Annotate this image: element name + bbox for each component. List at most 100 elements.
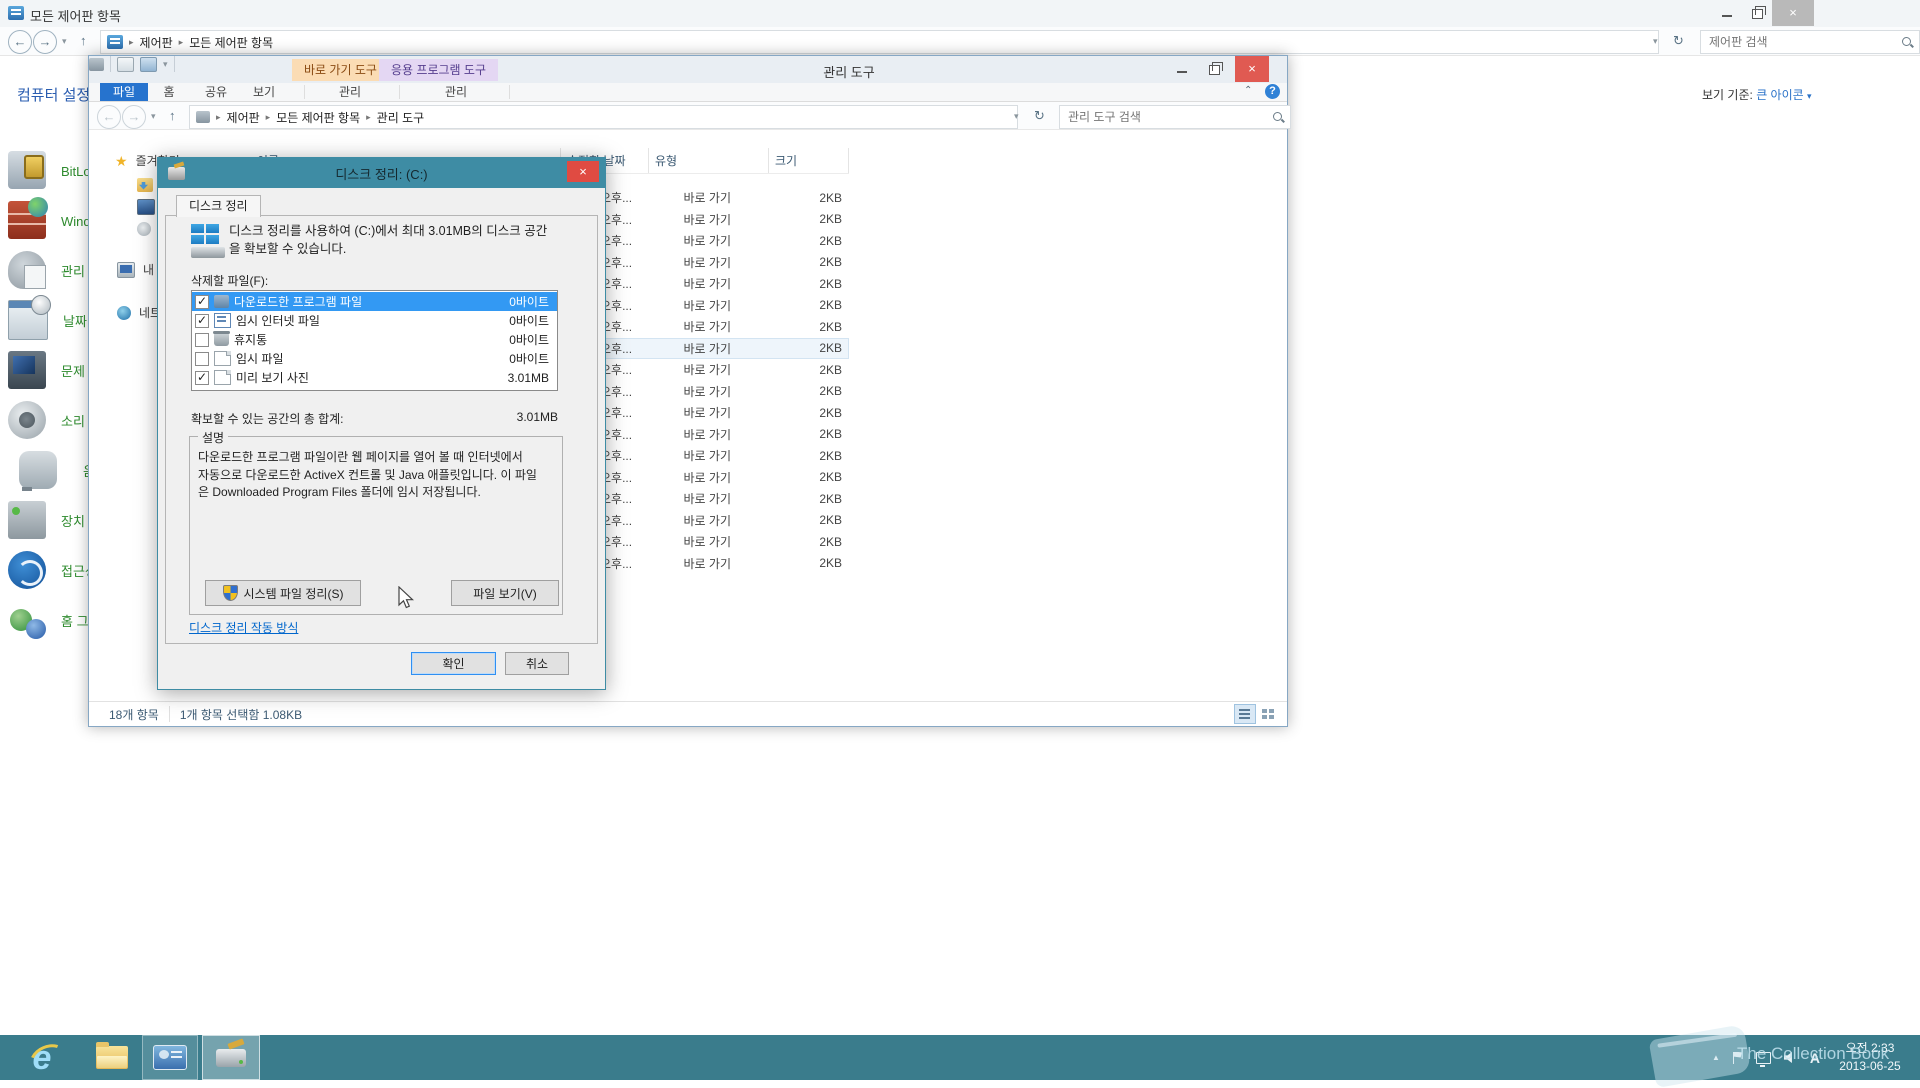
contextual-tab-shortcut-tools[interactable]: 바로 가기 도구	[292, 59, 389, 81]
help-icon[interactable]: ?	[1265, 84, 1280, 99]
file-size: 2KB	[784, 384, 848, 398]
breadcrumb[interactable]: ▸ 제어판 ▸ 모든 제어판 항목	[100, 30, 1659, 54]
checkbox[interactable]	[195, 333, 209, 347]
restore-button[interactable]	[1742, 0, 1772, 26]
cleanup-item-row[interactable]: 미리 보기 사진 3.01MB	[192, 368, 557, 387]
chevron-right-icon: ▸	[366, 112, 371, 123]
back-button[interactable]: ←	[97, 105, 121, 129]
chevron-right-icon: ▸	[129, 37, 134, 48]
address-dropdown-icon[interactable]: ▾	[1014, 111, 1019, 122]
refresh-icon[interactable]: ↻	[1034, 108, 1045, 124]
checkbox[interactable]	[195, 295, 209, 309]
tab-home[interactable]: 홈	[151, 83, 187, 101]
address-dropdown-icon[interactable]: ▾	[1653, 36, 1658, 47]
search-box[interactable]	[1059, 105, 1291, 129]
forward-button[interactable]: →	[33, 30, 57, 54]
up-button[interactable]: ↑	[80, 33, 87, 48]
history-dropdown-icon[interactable]: ▾	[151, 111, 156, 122]
ime-indicator[interactable]: A	[1810, 1050, 1820, 1066]
back-button[interactable]: ←	[8, 30, 32, 54]
column-header-type[interactable]: 유형	[649, 148, 769, 173]
file-type: 바로 가기	[678, 533, 784, 550]
files-listbox[interactable]: 다운로드한 프로그램 파일 0바이트 임시 인터넷 파일 0바이트 휴지통 0바…	[191, 290, 558, 391]
close-button[interactable]: ×	[1772, 0, 1814, 26]
tab-view[interactable]: 보기	[243, 83, 285, 101]
forward-button[interactable]: →	[122, 105, 146, 129]
qat-dropdown-icon[interactable]: ▾	[163, 59, 168, 70]
how-disk-cleanup-works-link[interactable]: 디스크 정리 작동 방식	[189, 619, 298, 636]
minimize-button[interactable]	[1712, 0, 1742, 26]
chevron-right-icon: ▸	[216, 112, 221, 123]
contextual-tab-application-tools[interactable]: 응용 프로그램 도구	[379, 59, 498, 81]
clean-system-files-button[interactable]: 시스템 파일 정리(S)	[205, 580, 361, 606]
view-by-value[interactable]: 큰 아이콘	[1756, 88, 1804, 102]
cleanup-item-icon	[214, 333, 229, 346]
checkbox[interactable]	[195, 352, 209, 366]
cleanup-item-name: 임시 인터넷 파일	[236, 312, 504, 329]
large-icons-view-button[interactable]	[1257, 704, 1279, 724]
search-box[interactable]	[1700, 30, 1920, 54]
close-button[interactable]: ×	[567, 161, 599, 182]
file-size: 2KB	[784, 513, 848, 527]
checkbox[interactable]	[195, 314, 209, 328]
show-hidden-icons-icon[interactable]: ▲	[1712, 1053, 1720, 1062]
cancel-button[interactable]: 취소	[505, 652, 569, 675]
breadcrumb[interactable]: ▸ 제어판 ▸ 모든 제어판 항목 ▸ 관리 도구	[189, 105, 1018, 129]
taskbar-ie-button[interactable]: e	[14, 1035, 70, 1080]
tab-share[interactable]: 공유	[195, 83, 237, 101]
star-icon: ★	[115, 154, 128, 168]
view-files-button[interactable]: 파일 보기(V)	[451, 580, 559, 606]
tab-manage-shortcut[interactable]: 관리	[321, 83, 379, 101]
file-type: 바로 가기	[678, 232, 784, 249]
close-button[interactable]: ×	[1235, 56, 1269, 82]
cleanup-item-row[interactable]: 임시 인터넷 파일 0바이트	[192, 311, 557, 330]
details-view-button[interactable]	[1234, 704, 1256, 724]
cleanup-item-row[interactable]: 휴지통 0바이트	[192, 330, 557, 349]
file-type: 바로 가기	[678, 490, 784, 507]
network-tray-icon[interactable]	[1756, 1052, 1771, 1064]
breadcrumb-current[interactable]: 모든 제어판 항목	[189, 34, 273, 51]
volume-icon[interactable]	[1784, 1052, 1797, 1064]
refresh-icon[interactable]: ↻	[1673, 33, 1684, 49]
control-panel-app-icon	[8, 6, 24, 20]
breadcrumb-root[interactable]: 제어판	[140, 34, 173, 51]
column-header-size[interactable]: 크기	[769, 148, 849, 173]
view-by-caret-icon[interactable]: ▾	[1807, 91, 1812, 101]
intro-text-line1: 디스크 정리를 사용하여 (C:)에서 최대 3.01MB의 디스크 공간	[229, 222, 574, 240]
taskbar-disk-cleanup-button[interactable]	[202, 1035, 260, 1080]
minimize-button[interactable]	[1167, 56, 1197, 82]
search-input[interactable]	[1707, 34, 1902, 50]
taskbar-control-panel-button[interactable]	[142, 1035, 198, 1080]
breadcrumb-current[interactable]: 관리 도구	[377, 109, 425, 126]
cleanup-item-icon	[214, 370, 231, 385]
checkbox[interactable]	[195, 371, 209, 385]
disk-cleanup-app-icon	[168, 167, 185, 180]
tab-file[interactable]: 파일	[100, 83, 148, 101]
history-dropdown-icon[interactable]: ▾	[62, 36, 67, 47]
file-type: 바로 가기	[678, 297, 784, 314]
restore-icon	[1752, 9, 1763, 19]
file-type: 바로 가기	[678, 275, 784, 292]
cleanup-item-size: 0바이트	[509, 293, 554, 310]
control-panel-item-label: 소리	[61, 411, 85, 430]
ribbon-collapse-icon[interactable]: ⌃	[1244, 85, 1252, 96]
tab-manage-application[interactable]: 관리	[427, 83, 485, 101]
search-input[interactable]	[1066, 109, 1273, 125]
properties-icon[interactable]	[117, 57, 134, 72]
breadcrumb-mid[interactable]: 모든 제어판 항목	[276, 109, 360, 126]
cleanup-item-row[interactable]: 임시 파일 0바이트	[192, 349, 557, 368]
taskbar-explorer-button[interactable]	[86, 1035, 138, 1080]
action-center-flag-icon[interactable]	[1733, 1052, 1743, 1064]
chevron-right-icon: ▸	[179, 37, 184, 48]
cleanup-item-row[interactable]: 다운로드한 프로그램 파일 0바이트	[192, 292, 557, 311]
taskbar-clock[interactable]: 오전 2:33 2013-06-25	[1826, 1039, 1914, 1075]
breadcrumb-root[interactable]: 제어판	[227, 109, 260, 126]
tab-disk-cleanup[interactable]: 디스크 정리	[176, 195, 261, 217]
restore-button[interactable]	[1199, 56, 1229, 82]
file-type: 바로 가기	[678, 555, 784, 572]
dialog-title: 디스크 정리: (C:)	[158, 164, 605, 183]
disk-cleanup-icon	[191, 224, 227, 258]
ok-button[interactable]: 확인	[411, 652, 496, 675]
up-button[interactable]: ↑	[169, 108, 176, 123]
new-folder-icon[interactable]	[140, 57, 157, 72]
